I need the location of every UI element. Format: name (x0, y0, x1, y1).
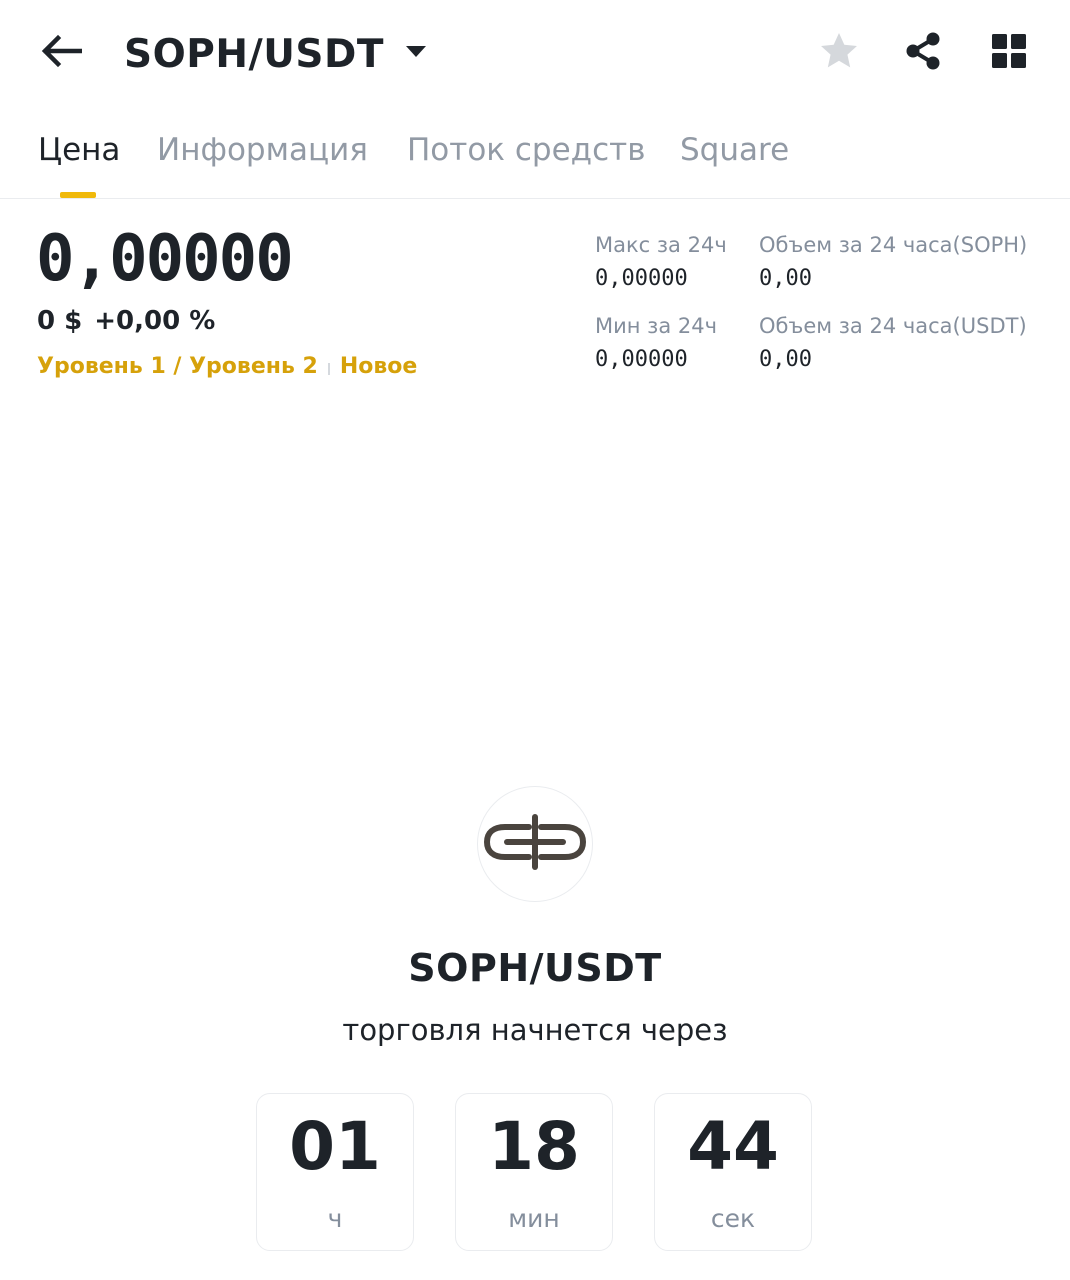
arrow-left-icon (40, 34, 83, 73)
share-icon (903, 31, 943, 76)
share-button[interactable] (898, 28, 948, 78)
price-summary: 0 $ +0,00 % (37, 306, 215, 336)
seconds-value: 44 (687, 1108, 779, 1185)
low-24h-label: Мин за 24ч (595, 314, 718, 338)
low-24h-value: 0,00000 (595, 347, 688, 372)
countdown-hours: 01 ч (256, 1093, 414, 1251)
layout-menu-button[interactable] (984, 28, 1034, 78)
top-bar: SOPH/USDT (0, 0, 1070, 108)
hours-value: 01 (289, 1108, 381, 1185)
pair-selector[interactable]: SOPH/USDT (124, 26, 426, 82)
tab-bar: Цена Информация Поток средств Square (0, 118, 1070, 199)
tag-divider (327, 362, 330, 375)
seconds-unit: сек (710, 1204, 756, 1233)
tab-fund-flow[interactable]: Поток средств (407, 132, 645, 168)
minutes-value: 18 (488, 1108, 580, 1185)
hours-unit: ч (327, 1204, 343, 1233)
pair-title: SOPH/USDT (124, 31, 384, 77)
caret-down-icon (405, 45, 426, 57)
back-button[interactable] (36, 30, 86, 76)
volume-base-value: 0,00 (759, 266, 812, 291)
volume-base-label: Объем за 24 часа(SOPH) (759, 233, 1028, 257)
countdown-pair-title: SOPH/USDT (408, 946, 662, 990)
favorite-button[interactable] (814, 28, 864, 78)
countdown-minutes: 18 мин (455, 1093, 613, 1251)
star-icon (817, 29, 861, 78)
volume-quote-label: Объем за 24 часа(USDT) (759, 314, 1027, 338)
high-24h-label: Макс за 24ч (595, 233, 727, 257)
high-24h-value: 0,00000 (595, 266, 688, 291)
active-tab-indicator (60, 192, 96, 198)
token-logo (477, 786, 593, 902)
countdown-subtitle: торговля начнется через (342, 1013, 728, 1047)
last-price: 0,00000 (36, 222, 294, 296)
new-tag[interactable]: Новое (340, 354, 417, 379)
token-tags: Уровень 1 / Уровень 2 Новое (37, 354, 417, 379)
level-tag[interactable]: Уровень 1 / Уровень 2 (37, 354, 318, 379)
tab-square[interactable]: Square (680, 132, 789, 168)
price-change: +0,00 % (94, 306, 216, 336)
usd-price: 0 $ (37, 306, 83, 336)
countdown-seconds: 44 сек (654, 1093, 812, 1251)
soph-logo-icon (483, 813, 587, 875)
tab-price[interactable]: Цена (38, 132, 120, 168)
volume-quote-value: 0,00 (759, 347, 812, 372)
tab-info[interactable]: Информация (157, 132, 368, 168)
grid-icon (991, 33, 1027, 74)
minutes-unit: мин (508, 1204, 560, 1233)
